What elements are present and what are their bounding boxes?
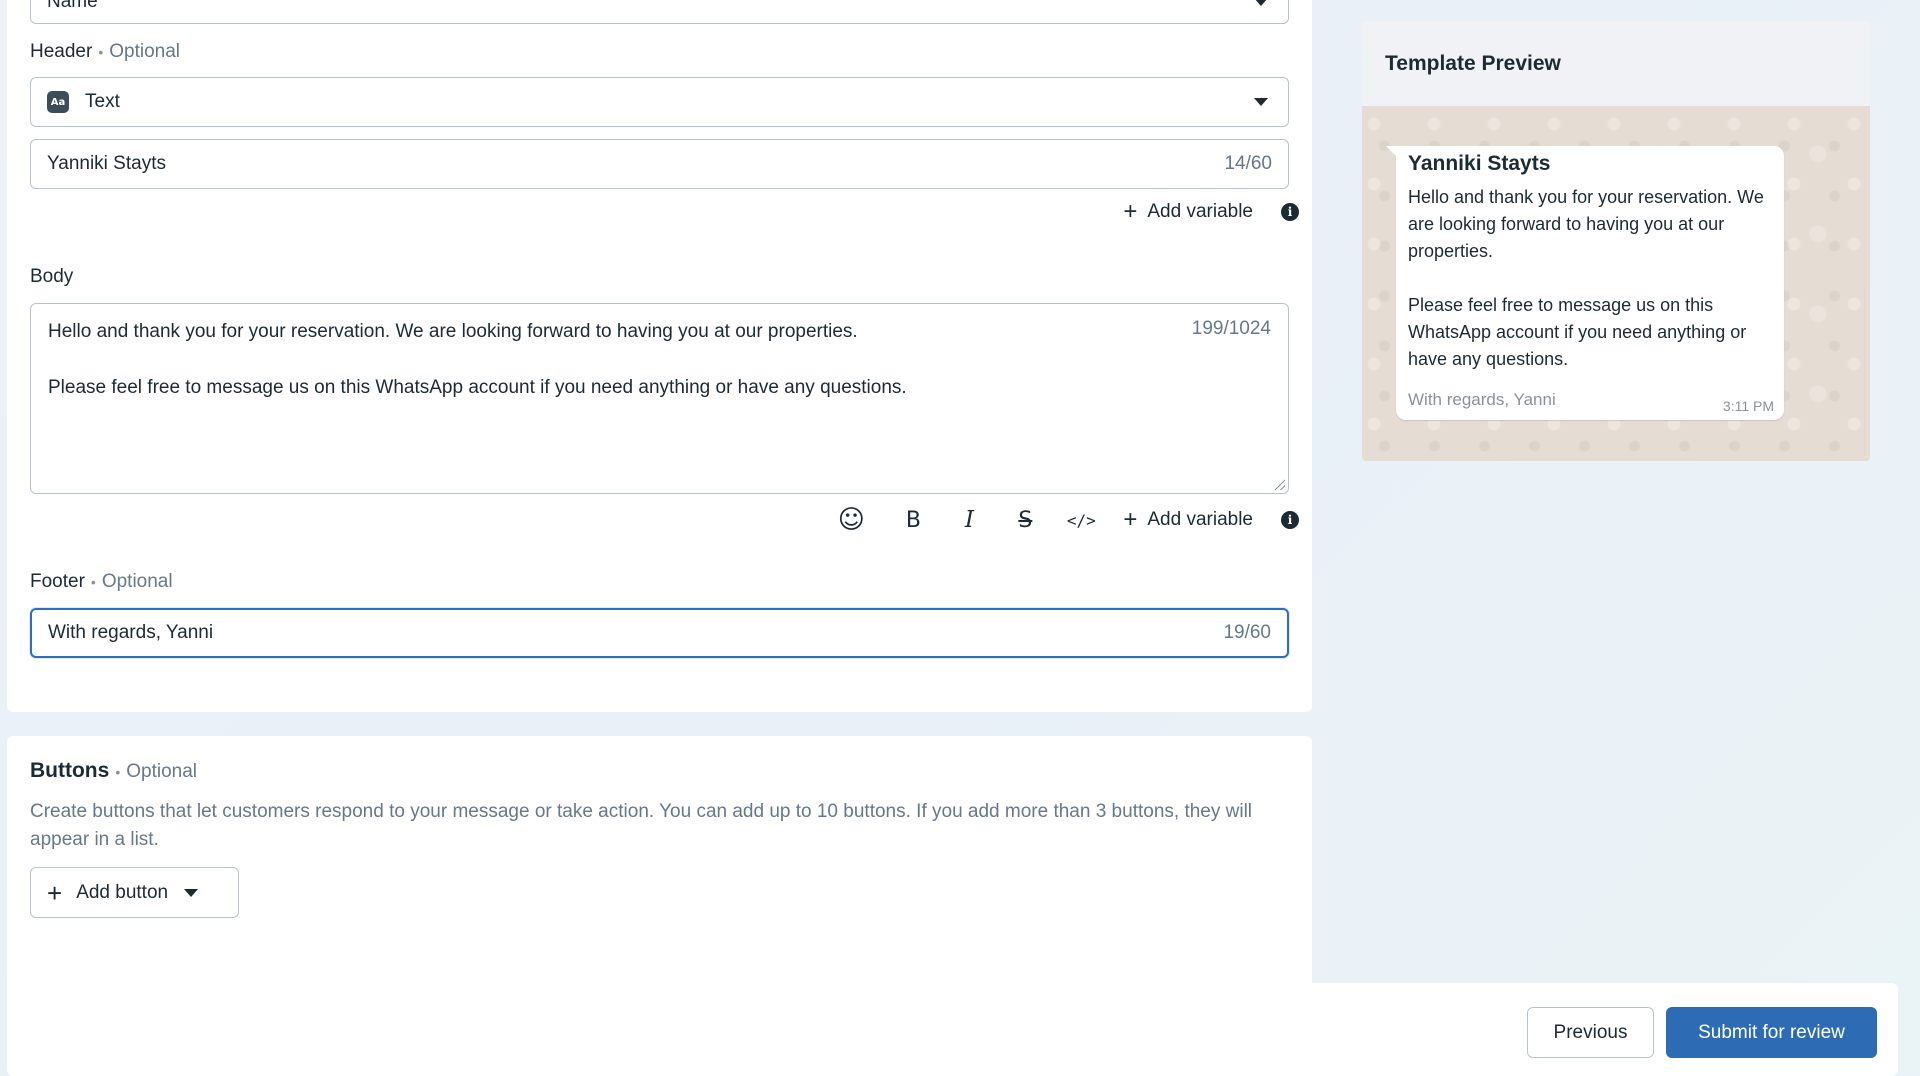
template-preview-card: Template Preview Yanniki Stayts Hello an… [1362, 21, 1870, 461]
chevron-down-icon [1254, 0, 1268, 6]
separator-dot: • [90, 574, 96, 590]
body-toolbar: ☺ B I S </> + Add variable i [7, 504, 1312, 536]
preview-header-text: Yanniki Stayts [1408, 152, 1551, 175]
header-optional-text: Optional [109, 41, 181, 62]
template-content-card: Name Header • Optional Aa Text Yanniki Sta… [7, 0, 1312, 712]
footer-text-value: With regards, Yanni [48, 622, 214, 643]
body-text-line-2: Please feel free to message us on this W… [48, 377, 907, 398]
preview-body-text: Hello and thank you for your reservation… [1408, 184, 1772, 373]
resize-handle-icon[interactable] [1273, 478, 1285, 490]
header-add-variable-button[interactable]: + Add variable [1123, 200, 1253, 224]
header-text-value: Yanniki Stayts [47, 153, 166, 174]
add-button-label: Add button [76, 881, 169, 903]
add-button-dropdown[interactable]: + Add button [30, 867, 239, 918]
body-textarea[interactable]: Hello and thank you for your reservation… [30, 303, 1289, 494]
footer-char-counter: 19/60 [1223, 622, 1271, 643]
body-label: Body [30, 266, 73, 288]
buttons-card: Buttons • Optional Create buttons that let… [7, 736, 1312, 996]
chevron-down-icon [184, 888, 199, 897]
plus-icon: + [1123, 506, 1138, 533]
preview-body-para-1: Hello and thank you for your reservation… [1408, 187, 1764, 261]
add-variable-label: Add variable [1147, 201, 1253, 222]
preview-body-para-2: Please feel free to message us on this W… [1408, 295, 1747, 369]
footer-text-input[interactable]: With regards, Yanni 19/60 [30, 608, 1289, 658]
header-actions: + Add variable i [7, 200, 1312, 224]
emoji-icon[interactable]: ☺ [835, 504, 867, 536]
buttons-title: Buttons • Optional [30, 759, 197, 783]
text-format-icon: Aa [47, 91, 69, 113]
footer-label-text: Footer [30, 571, 85, 592]
info-icon[interactable]: i [1281, 203, 1299, 221]
preview-timestamp: 3:11 PM [1722, 398, 1774, 414]
code-icon[interactable]: </> [1065, 504, 1097, 536]
chat-background: Yanniki Stayts Hello and thank you for y… [1362, 106, 1870, 461]
body-label-text: Body [30, 266, 74, 287]
footer-label: Footer • Optional [30, 571, 173, 593]
variable-type-select[interactable]: Name [30, 0, 1289, 24]
separator-dot: • [98, 44, 104, 60]
add-variable-label: Add variable [1147, 509, 1253, 530]
header-char-counter: 14/60 [1224, 153, 1272, 174]
plus-icon: + [1123, 198, 1138, 225]
body-char-counter: 199/1024 [1191, 318, 1271, 339]
separator-dot: • [115, 764, 121, 780]
body-add-variable-button[interactable]: + Add variable [1123, 508, 1253, 532]
bottom-action-bar: Previous Submit for review [7, 983, 1898, 1076]
plus-icon: + [47, 877, 63, 908]
previous-button[interactable]: Previous [1527, 1007, 1654, 1058]
footer-optional-text: Optional [101, 571, 173, 592]
preview-footer-text: With regards, Yanni [1408, 390, 1556, 409]
buttons-title-text: Buttons [30, 759, 110, 782]
message-bubble: Yanniki Stayts Hello and thank you for y… [1386, 146, 1784, 420]
strikethrough-icon[interactable]: S [1009, 504, 1041, 536]
italic-icon[interactable]: I [953, 504, 985, 536]
header-label: Header • Optional [30, 41, 180, 63]
header-type-select[interactable]: Aa Text [30, 77, 1289, 127]
preview-title: Template Preview [1362, 21, 1870, 106]
header-type-value: Text [85, 91, 120, 112]
bold-icon[interactable]: B [897, 504, 929, 536]
chevron-down-icon [1254, 98, 1268, 106]
buttons-description: Create buttons that let customers respon… [30, 801, 1253, 850]
info-icon[interactable]: i [1281, 511, 1299, 529]
submit-for-review-button[interactable]: Submit for review [1666, 1007, 1877, 1058]
header-label-text: Header [30, 41, 93, 62]
body-text-line-1: Hello and thank you for your reservation… [48, 321, 858, 342]
header-text-input[interactable]: Yanniki Stayts 14/60 [30, 139, 1289, 189]
variable-type-value: Name [47, 0, 98, 12]
buttons-optional-text: Optional [126, 761, 198, 782]
